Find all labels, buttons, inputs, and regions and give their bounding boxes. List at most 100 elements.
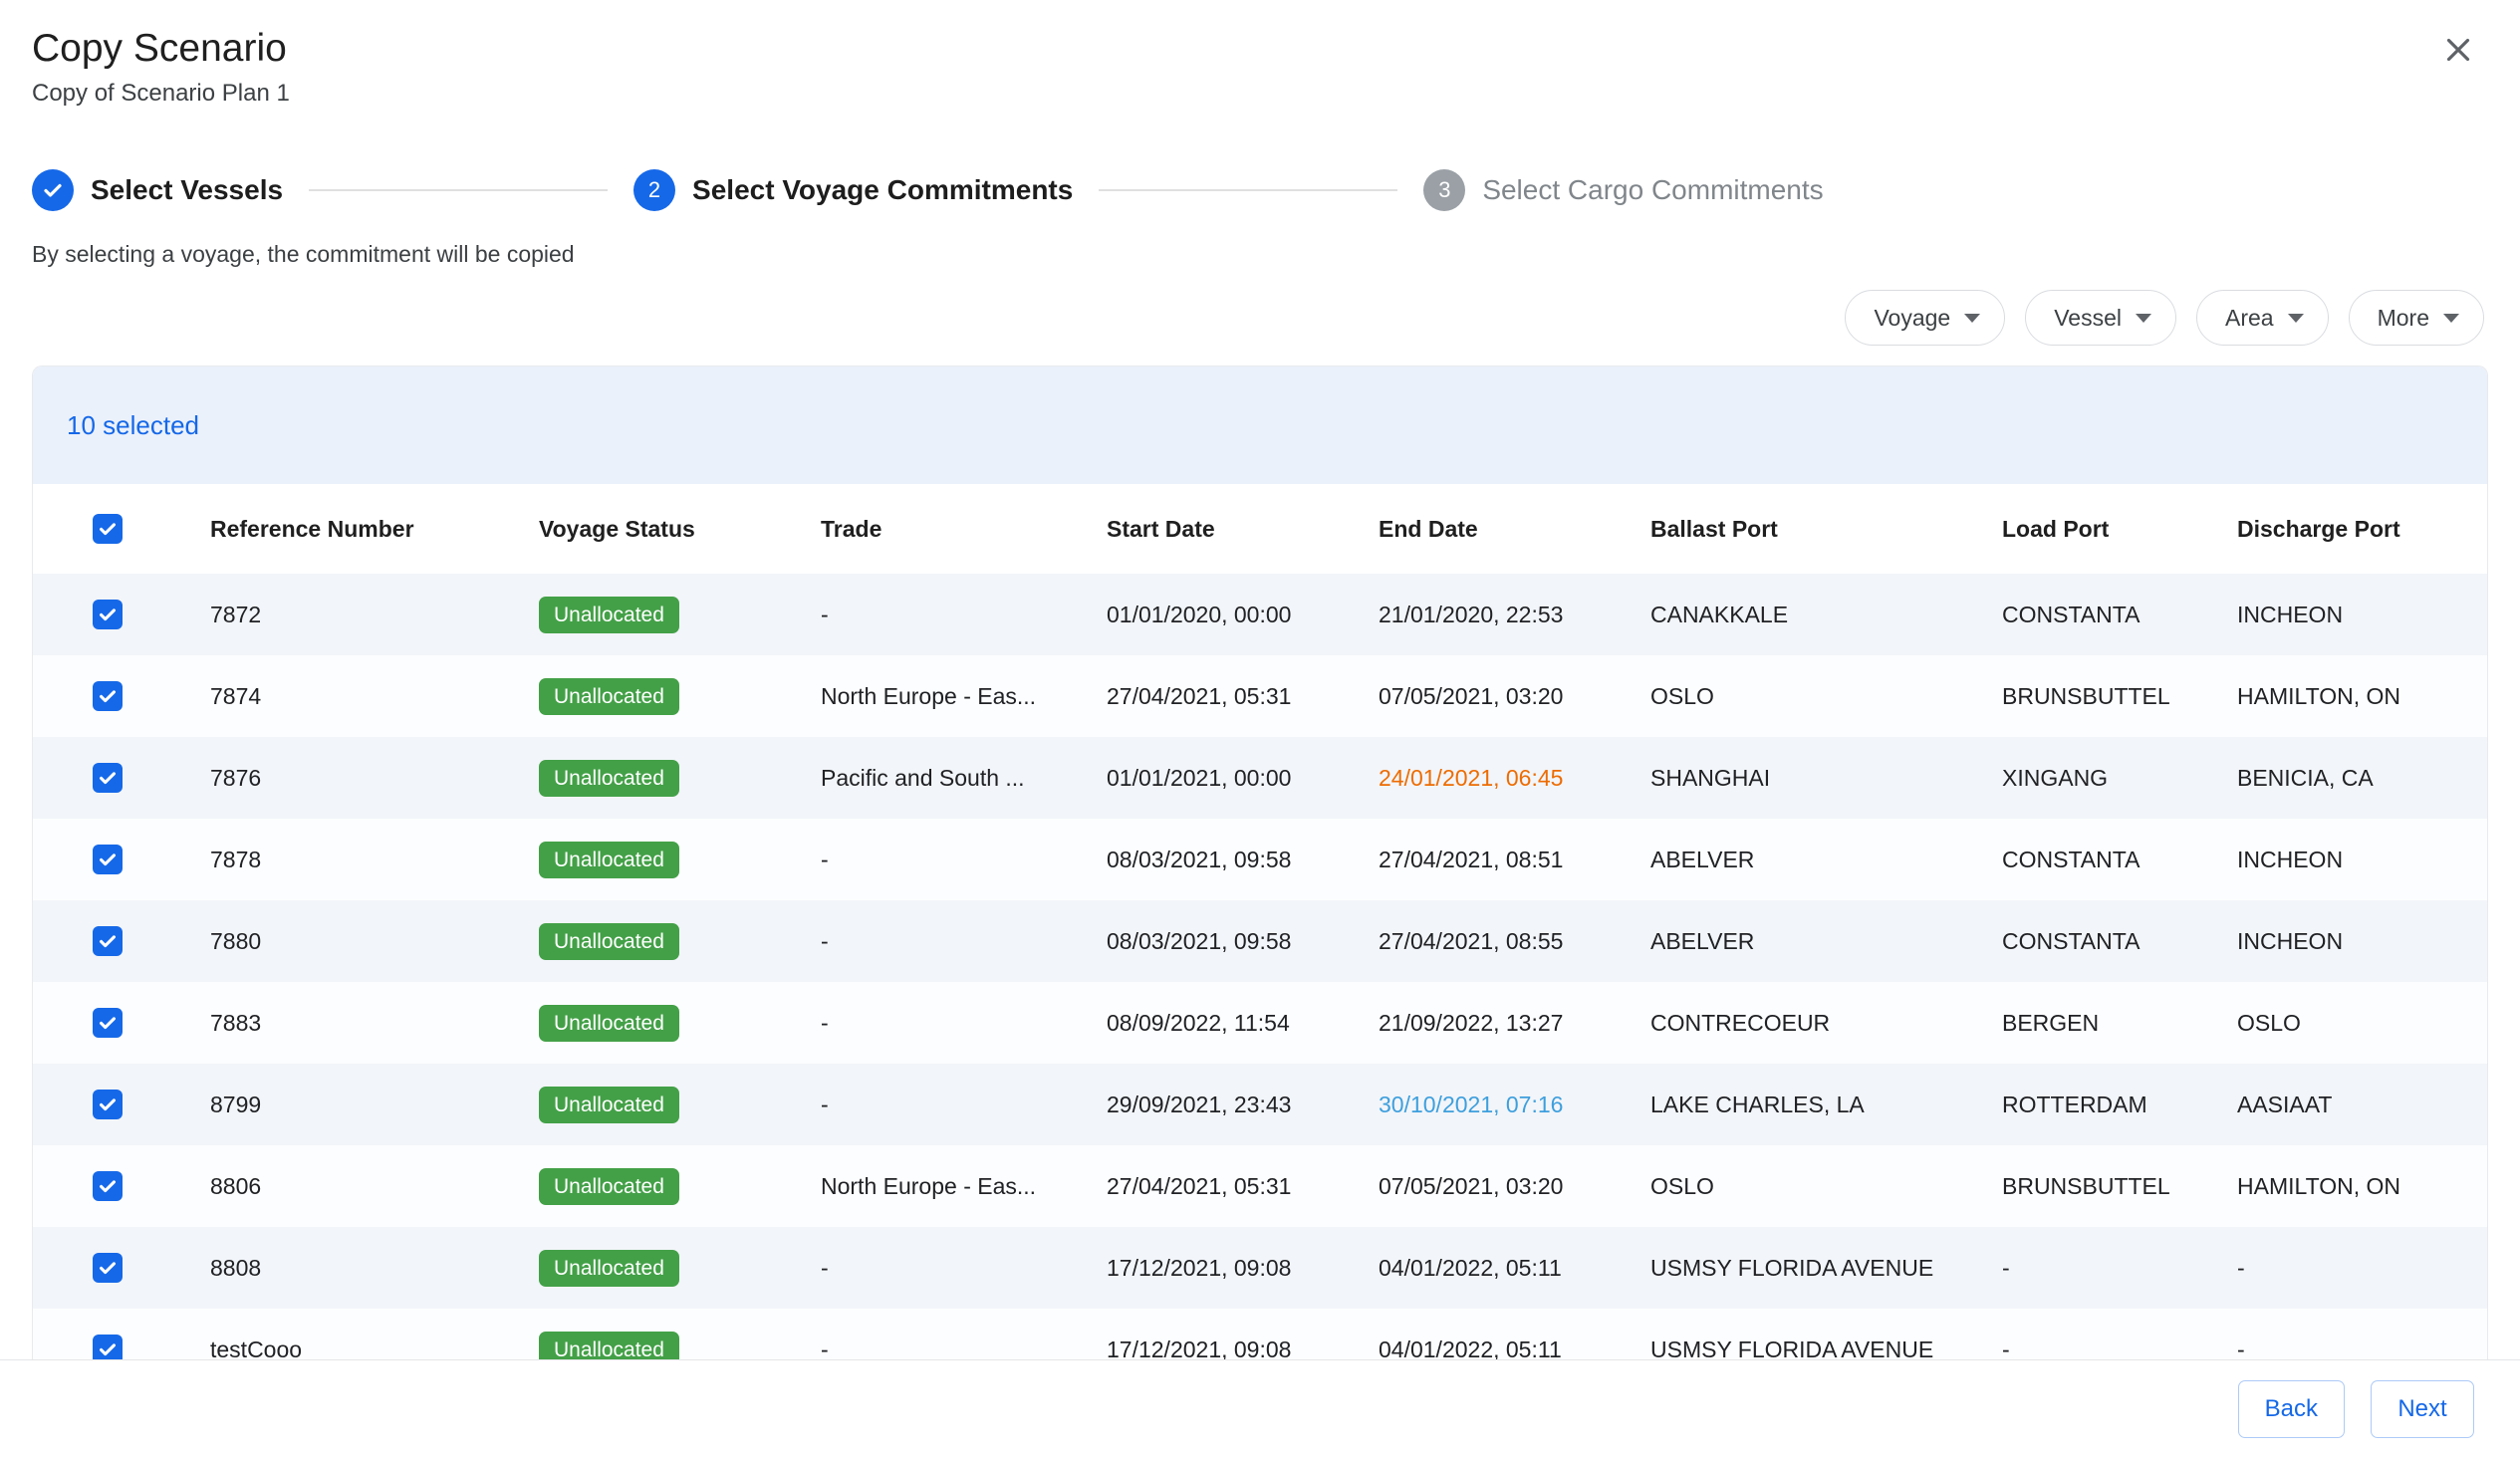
row-checkbox[interactable] (93, 1008, 123, 1038)
table-row[interactable]: 8806 Unallocated North Europe - Eas... 2… (33, 1145, 2487, 1227)
cell-reference-number: testCooo (182, 1309, 511, 1359)
cell-trade: North Europe - Eas... (793, 655, 1079, 737)
cell-ballast-port: LAKE CHARLES, LA (1623, 1064, 1974, 1145)
row-checkbox[interactable] (93, 763, 123, 793)
cell-start-date: 01/01/2020, 00:00 (1079, 574, 1351, 655)
cell-trade: - (793, 819, 1079, 900)
cell-reference-number: 8808 (182, 1227, 511, 1309)
table-row[interactable]: 7872 Unallocated - 01/01/2020, 00:00 21/… (33, 574, 2487, 655)
row-checkbox[interactable] (93, 600, 123, 629)
cell-trade: - (793, 574, 1079, 655)
filter-vessel-button[interactable]: Vessel (2025, 290, 2176, 346)
next-button[interactable]: Next (2371, 1380, 2474, 1438)
cell-discharge-port: AASIAAT (2209, 1064, 2487, 1145)
row-checkbox[interactable] (93, 1253, 123, 1283)
cell-ballast-port: CONTRECOEUR (1623, 982, 1974, 1064)
row-checkbox[interactable] (93, 926, 123, 956)
cell-load-port: CONSTANTA (1974, 900, 2209, 982)
cell-reference-number: 7874 (182, 655, 511, 737)
step-connector (1099, 189, 1397, 191)
select-all-checkbox[interactable] (93, 514, 123, 544)
cell-end-date: 04/01/2022, 05:11 (1351, 1309, 1623, 1359)
back-button[interactable]: Back (2238, 1380, 2345, 1438)
cell-start-date: 08/09/2022, 11:54 (1079, 982, 1351, 1064)
filter-voyage-button[interactable]: Voyage (1845, 290, 2005, 346)
cell-voyage-status: Unallocated (511, 900, 793, 982)
cell-start-date: 17/12/2021, 09:08 (1079, 1227, 1351, 1309)
close-icon (2439, 31, 2477, 69)
cell-start-date: 27/04/2021, 05:31 (1079, 1145, 1351, 1227)
filter-label: Voyage (1874, 305, 1950, 332)
table-row[interactable]: 7883 Unallocated - 08/09/2022, 11:54 21/… (33, 982, 2487, 1064)
cell-discharge-port: BENICIA, CA (2209, 737, 2487, 819)
selection-toolbar: 10 selected (33, 366, 2487, 484)
cell-voyage-status: Unallocated (511, 1309, 793, 1359)
status-badge: Unallocated (539, 1250, 679, 1287)
row-checkbox[interactable] (93, 1171, 123, 1201)
selected-count: 10 selected (67, 410, 199, 441)
cell-reference-number: 7876 (182, 737, 511, 819)
cell-trade: Pacific and South ... (793, 737, 1079, 819)
chevron-down-icon (1964, 314, 1980, 323)
step-select-voyage-commitments[interactable]: 2 Select Voyage Commitments (633, 169, 1073, 211)
row-checkbox[interactable] (93, 681, 123, 711)
cell-discharge-port: HAMILTON, ON (2209, 1145, 2487, 1227)
filter-label: Area (2225, 305, 2274, 332)
cell-load-port: ROTTERDAM (1974, 1064, 2209, 1145)
status-badge: Unallocated (539, 760, 679, 797)
table-row[interactable]: 8799 Unallocated - 29/09/2021, 23:43 30/… (33, 1064, 2487, 1145)
table-row[interactable]: 8808 Unallocated - 17/12/2021, 09:08 04/… (33, 1227, 2487, 1309)
cell-trade: - (793, 900, 1079, 982)
col-reference-number: Reference Number (182, 484, 511, 574)
col-trade: Trade (793, 484, 1079, 574)
chevron-down-icon (2288, 314, 2304, 323)
col-discharge-port: Discharge Port (2209, 484, 2487, 574)
cell-ballast-port: CANAKKALE (1623, 574, 1974, 655)
cell-voyage-status: Unallocated (511, 655, 793, 737)
cell-reference-number: 7883 (182, 982, 511, 1064)
voyage-table-card: 10 selected Reference Number Voyage Stat… (32, 365, 2488, 1359)
table-row[interactable]: 7880 Unallocated - 08/03/2021, 09:58 27/… (33, 900, 2487, 982)
table-row[interactable]: 7876 Unallocated Pacific and South ... 0… (33, 737, 2487, 819)
cell-trade: - (793, 1064, 1079, 1145)
cell-reference-number: 8799 (182, 1064, 511, 1145)
cell-trade: - (793, 982, 1079, 1064)
cell-load-port: - (1974, 1309, 2209, 1359)
cell-voyage-status: Unallocated (511, 1064, 793, 1145)
cell-end-date: 21/09/2022, 13:27 (1351, 982, 1623, 1064)
cell-discharge-port: - (2209, 1227, 2487, 1309)
step-number: 2 (633, 169, 675, 211)
chevron-down-icon (2443, 314, 2459, 323)
status-badge: Unallocated (539, 923, 679, 960)
row-checkbox[interactable] (93, 845, 123, 874)
cell-ballast-port: USMSY FLORIDA AVENUE (1623, 1309, 1974, 1359)
dialog-footer: Back Next (0, 1359, 2520, 1458)
cell-voyage-status: Unallocated (511, 737, 793, 819)
step-select-vessels[interactable]: Select Vessels (32, 169, 283, 211)
cell-voyage-status: Unallocated (511, 1227, 793, 1309)
status-badge: Unallocated (539, 842, 679, 878)
cell-discharge-port: INCHEON (2209, 819, 2487, 900)
cell-load-port: XINGANG (1974, 737, 2209, 819)
row-checkbox[interactable] (93, 1090, 123, 1119)
cell-reference-number: 7880 (182, 900, 511, 982)
table-row[interactable]: testCooo Unallocated - 17/12/2021, 09:08… (33, 1309, 2487, 1359)
col-end-date: End Date (1351, 484, 1623, 574)
filter-more-button[interactable]: More (2349, 290, 2484, 346)
step-select-cargo-commitments[interactable]: 3 Select Cargo Commitments (1423, 169, 1823, 211)
cell-load-port: - (1974, 1227, 2209, 1309)
cell-discharge-port: - (2209, 1309, 2487, 1359)
table-row[interactable]: 7878 Unallocated - 08/03/2021, 09:58 27/… (33, 819, 2487, 900)
col-voyage-status: Voyage Status (511, 484, 793, 574)
stepper: Select Vessels 2 Select Voyage Commitmen… (0, 169, 2520, 211)
cell-end-date: 07/05/2021, 03:20 (1351, 1145, 1623, 1227)
cell-discharge-port: OSLO (2209, 982, 2487, 1064)
cell-load-port: BRUNSBUTTEL (1974, 1145, 2209, 1227)
filter-area-button[interactable]: Area (2196, 290, 2329, 346)
table-row[interactable]: 7874 Unallocated North Europe - Eas... 2… (33, 655, 2487, 737)
cell-discharge-port: INCHEON (2209, 900, 2487, 982)
cell-start-date: 08/03/2021, 09:58 (1079, 819, 1351, 900)
row-checkbox[interactable] (93, 1335, 123, 1359)
cell-start-date: 08/03/2021, 09:58 (1079, 900, 1351, 982)
close-button[interactable] (2434, 26, 2482, 74)
